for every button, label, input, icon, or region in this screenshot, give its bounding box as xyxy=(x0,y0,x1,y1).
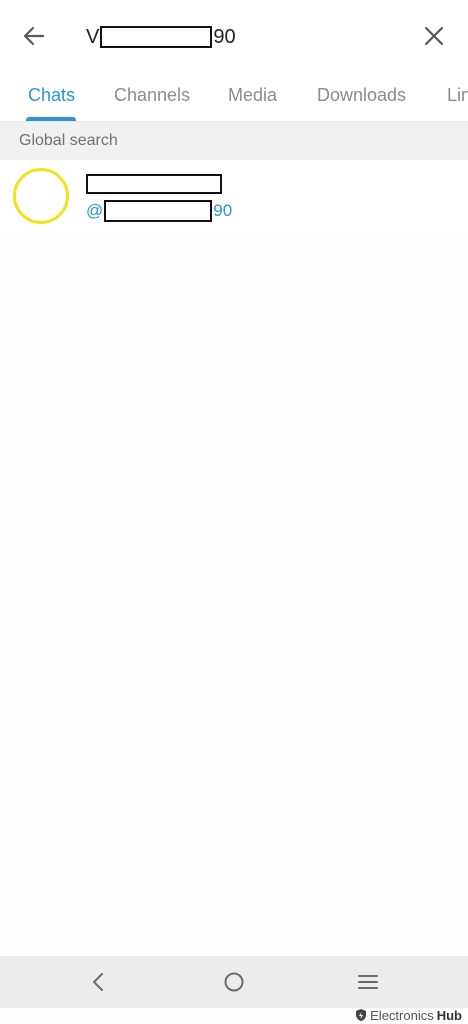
watermark-brand-bold: Hub xyxy=(436,1007,462,1023)
close-x-icon xyxy=(424,26,444,46)
avatar xyxy=(13,168,69,224)
back-arrow-icon xyxy=(23,26,45,46)
username-prefix: @ xyxy=(86,201,104,220)
clear-search-button[interactable] xyxy=(414,18,454,54)
tab-downloads[interactable]: Downloads xyxy=(317,85,406,106)
search-query-suffix: 90 xyxy=(213,25,236,48)
username-suffix: 90 xyxy=(213,201,233,220)
tab-chats[interactable]: Chats xyxy=(28,85,75,106)
chevron-left-icon xyxy=(93,973,103,991)
tab-links[interactable]: Lin xyxy=(447,85,468,106)
back-button[interactable] xyxy=(14,18,54,54)
tab-channels[interactable]: Channels xyxy=(114,85,190,106)
tab-media[interactable]: Media xyxy=(228,85,277,106)
hamburger-menu-icon xyxy=(358,975,378,989)
global-search-label: Global search xyxy=(19,132,118,149)
watermark-brand-light: Electronics xyxy=(370,1007,434,1023)
nav-back-button[interactable] xyxy=(78,966,118,998)
search-toolbar: V 90 xyxy=(0,0,468,72)
result-name xyxy=(86,174,222,194)
search-input[interactable]: V 90 xyxy=(86,22,236,52)
search-query-redaction xyxy=(100,26,213,48)
search-result-item[interactable]: @ 90 xyxy=(0,160,468,232)
system-navigation-bar xyxy=(0,956,468,1008)
search-filter-tabs: Chats Channels Media Downloads Lin xyxy=(0,72,468,122)
global-search-header: Global search xyxy=(0,122,468,160)
telegram-search-screen: V 90 Chats Channels Media Downloads Lin … xyxy=(0,0,468,1024)
circle-home-icon xyxy=(224,972,244,992)
search-query-prefix: V xyxy=(86,25,100,48)
watermark: Electronics Hub xyxy=(355,1006,462,1024)
watermark-logo-icon xyxy=(356,1009,367,1021)
active-tab-indicator xyxy=(26,117,76,121)
username-redaction xyxy=(104,200,213,222)
nav-recents-button[interactable] xyxy=(348,966,388,998)
result-username: @ 90 xyxy=(86,199,232,223)
result-name-redaction xyxy=(86,174,222,194)
nav-home-button[interactable] xyxy=(214,966,254,998)
